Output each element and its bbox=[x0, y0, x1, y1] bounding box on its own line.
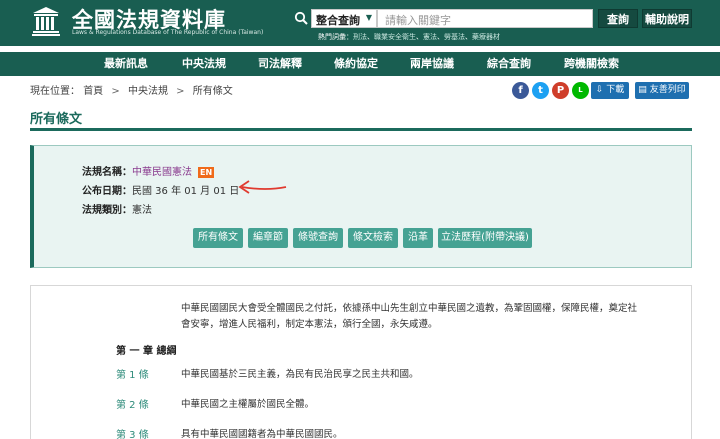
nav-item-judicial[interactable]: 司法解釋 bbox=[258, 52, 302, 76]
law-date-label: 公布日期： bbox=[82, 186, 132, 197]
annotation-arrow-icon bbox=[238, 180, 287, 194]
breadcrumb-current: 所有條文 bbox=[192, 86, 233, 97]
law-name-row: 法規名稱：中華民國憲法 EN bbox=[82, 163, 215, 178]
tab-article-search[interactable]: 條文檢索 bbox=[348, 228, 398, 248]
site-subtitle: Laws & Regulations Database of The Repub… bbox=[72, 29, 264, 36]
nav-item-news[interactable]: 最新訊息 bbox=[104, 52, 148, 76]
law-category-label: 法規類別： bbox=[82, 205, 132, 216]
preamble-line: 會安寧，增進人民福利，制定本憲法，頒行全國，永矢咸遵。 bbox=[181, 319, 438, 330]
print-label: 友善列印 bbox=[649, 85, 686, 95]
breadcrumb-central-laws[interactable]: 中央法規 bbox=[128, 86, 168, 97]
tab-legislative-history[interactable]: 立法歷程(附帶決議) bbox=[438, 228, 532, 248]
hot-keyword-link[interactable]: 憲法 bbox=[423, 33, 437, 41]
hot-keyword-link[interactable]: 職業安全衛生 bbox=[374, 33, 416, 41]
hot-keyword-link[interactable]: 勞基法 bbox=[444, 33, 465, 41]
print-icon: ▤ bbox=[638, 85, 647, 95]
search-button[interactable]: 查詢 bbox=[598, 9, 638, 28]
main-nav: 最新訊息 中央法規 司法解釋 條約協定 兩岸協議 綜合查詢 跨機關檢索 bbox=[0, 52, 720, 76]
chevron-down-icon: ▼ bbox=[365, 13, 372, 22]
hot-keywords-label: 熱門詞彙： bbox=[318, 33, 353, 41]
tab-article-lookup[interactable]: 條號查詢 bbox=[293, 228, 343, 248]
english-version-badge[interactable]: EN bbox=[198, 167, 215, 178]
article-text: 中華民國基於三民主義，為民有民治民享之民主共和國。 bbox=[181, 369, 419, 380]
article-text: 中華民國之主權屬於國民全體。 bbox=[181, 399, 315, 410]
search-input[interactable]: 請輸入關鍵字 bbox=[377, 9, 593, 28]
article-number-link[interactable]: 第 2 條 bbox=[116, 396, 149, 411]
law-category-row: 法規類別：憲法 bbox=[82, 201, 152, 216]
tab-chapters[interactable]: 編章節 bbox=[248, 228, 288, 248]
print-button[interactable]: ▤ 友善列印 bbox=[635, 82, 689, 99]
plurk-icon[interactable]: P bbox=[552, 82, 569, 99]
article-number-link[interactable]: 第 3 條 bbox=[116, 426, 149, 439]
law-name-label: 法規名稱： bbox=[82, 167, 132, 178]
preamble-line: 中華民國國民大會受全體國民之付託，依據孫中山先生創立中華民國之遺教，為鞏固國權，… bbox=[181, 303, 638, 314]
twitter-icon[interactable]: t bbox=[532, 82, 549, 99]
article-number-link[interactable]: 第 1 條 bbox=[116, 366, 149, 381]
hot-keyword-link[interactable]: 刑法 bbox=[353, 33, 367, 41]
page-title: 所有條文 bbox=[30, 112, 83, 127]
title-divider bbox=[30, 128, 692, 131]
facebook-icon[interactable]: f bbox=[512, 82, 529, 99]
breadcrumb-home[interactable]: 首頁 bbox=[83, 86, 103, 97]
download-icon: ⇩ bbox=[595, 85, 604, 95]
preamble: 中華民國國民大會受全體國民之付託，依據孫中山先生創立中華民國之遺教，為鞏固國權，… bbox=[181, 301, 641, 333]
law-category-value: 憲法 bbox=[132, 205, 152, 216]
law-date-value: 民國 36 年 01 月 01 日 bbox=[132, 186, 240, 197]
nav-item-cross-agency[interactable]: 跨機關檢索 bbox=[564, 52, 619, 76]
search-type-value: 整合查詢 bbox=[316, 14, 360, 27]
nav-item-cross-strait[interactable]: 兩岸協議 bbox=[410, 52, 454, 76]
chapter-heading: 第 一 章 總綱 bbox=[116, 346, 177, 357]
site-header: 全國法規資料庫 Laws & Regulations Database of T… bbox=[0, 0, 720, 46]
line-icon[interactable]: L bbox=[572, 82, 589, 99]
tab-history[interactable]: 沿革 bbox=[403, 228, 433, 248]
nav-item-integrated-search[interactable]: 綜合查詢 bbox=[487, 52, 531, 76]
hot-keyword-link[interactable]: 藥療器材 bbox=[472, 33, 500, 41]
hot-keywords: 熱門詞彙：刑法、職業安全衛生、憲法、勞基法、藥療器材 bbox=[318, 33, 500, 41]
download-label: 下載 bbox=[606, 85, 625, 95]
law-name-link[interactable]: 中華民國憲法 bbox=[132, 167, 192, 178]
nav-item-central-laws[interactable]: 中央法規 bbox=[182, 52, 226, 76]
law-building-logo-icon[interactable] bbox=[30, 5, 62, 37]
help-button[interactable]: 輔助說明 bbox=[642, 9, 692, 28]
search-icon bbox=[294, 11, 308, 25]
breadcrumb: 現在位置： 首頁 > 中央法規 > 所有條文 bbox=[30, 86, 233, 97]
search-type-select[interactable]: 整合查詢 ▼ bbox=[311, 9, 377, 28]
tab-all-articles[interactable]: 所有條文 bbox=[193, 228, 243, 248]
law-date-row: 公布日期：民國 36 年 01 月 01 日 bbox=[82, 182, 239, 197]
download-button[interactable]: ⇩ 下載 bbox=[591, 82, 629, 99]
nav-item-treaties[interactable]: 條約協定 bbox=[334, 52, 378, 76]
article-text: 具有中華民國國籍者為中華民國國民。 bbox=[181, 429, 343, 439]
breadcrumb-prefix: 現在位置： bbox=[30, 86, 80, 97]
